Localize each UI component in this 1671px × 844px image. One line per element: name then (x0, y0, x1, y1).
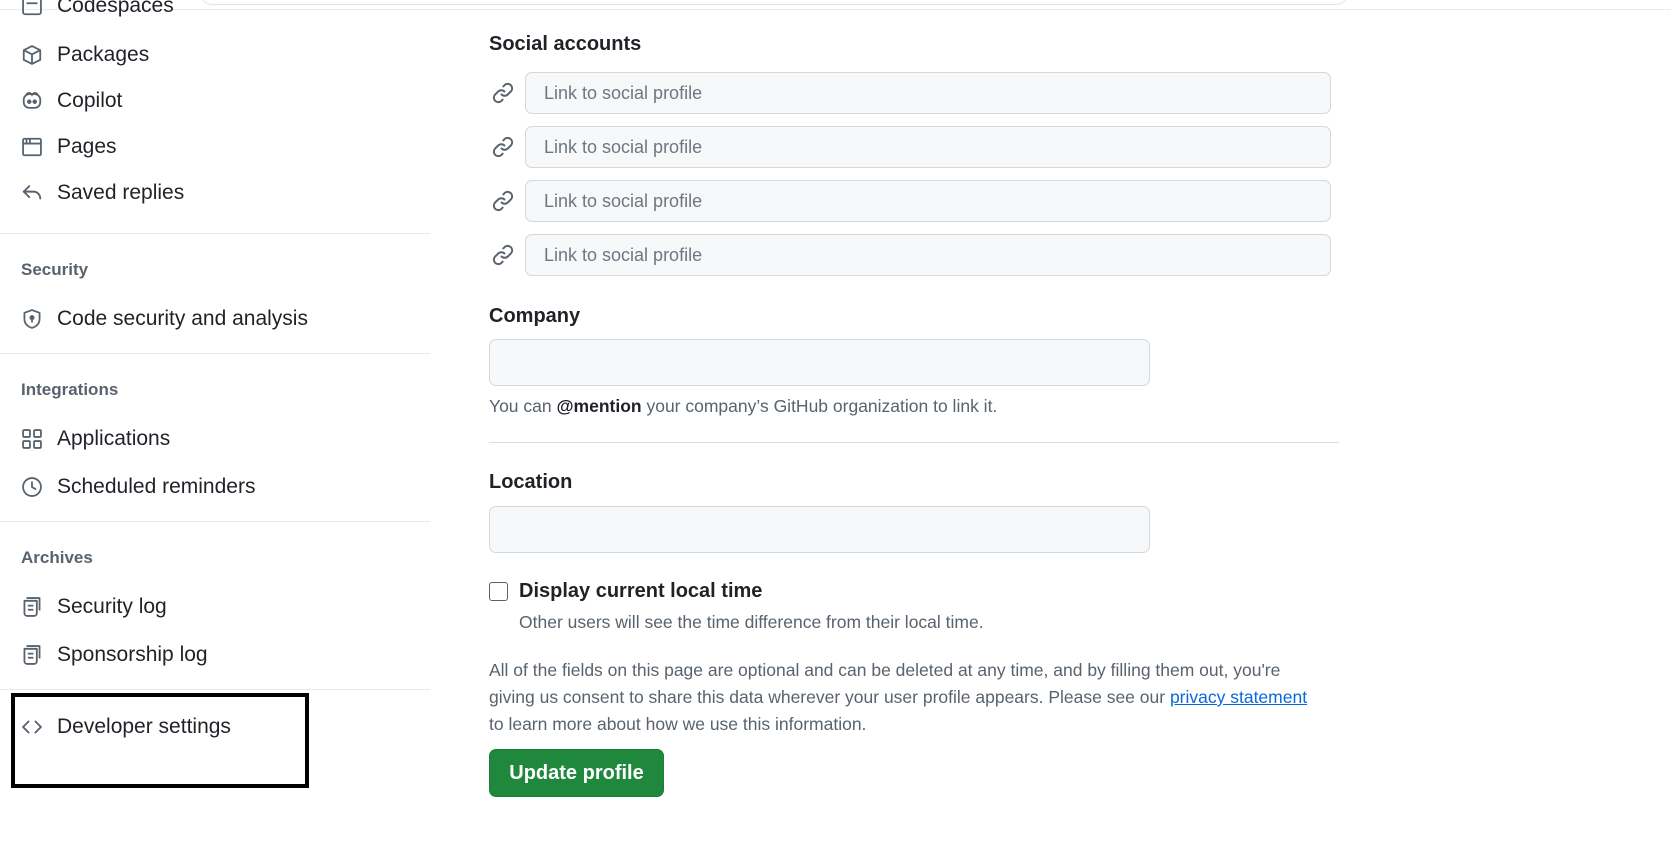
section-divider (489, 442, 1339, 443)
company-label: Company (489, 305, 581, 327)
package-icon (20, 43, 44, 67)
sidebar-divider (0, 353, 430, 354)
sidebar-item-label: Code security and analysis (57, 307, 308, 330)
codespaces-icon (20, 0, 44, 18)
browser-icon (20, 135, 44, 159)
sidebar-section-archives: Archives (21, 548, 93, 567)
local-time-hint: Other users will see the time difference… (519, 612, 984, 632)
sidebar-item-copilot[interactable]: Copilot (20, 83, 420, 119)
sidebar-item-label: Applications (57, 427, 171, 450)
company-note-prefix: You can (489, 396, 557, 416)
sidebar-item-codespaces[interactable]: Codespaces (20, 0, 420, 24)
reply-icon (20, 181, 44, 205)
sidebar-item-applications[interactable]: Applications (20, 421, 420, 457)
social-account-row (489, 72, 1331, 114)
company-input[interactable] (489, 339, 1150, 386)
settings-sidebar: Codespaces Packages Copilot Pages Saved … (0, 0, 430, 844)
sidebar-section-integrations: Integrations (21, 380, 119, 399)
sidebar-item-label: Codespaces (57, 0, 174, 17)
location-label: Location (489, 471, 573, 493)
sidebar-item-label: Scheduled reminders (57, 475, 256, 498)
log-icon (20, 643, 44, 667)
sidebar-item-saved-replies[interactable]: Saved replies (20, 175, 420, 211)
consent-text: All of the fields on this page are optio… (489, 657, 1319, 738)
mention-text: @mention (556, 396, 642, 416)
sidebar-item-security-log[interactable]: Security log (20, 589, 420, 625)
local-time-checkbox[interactable] (489, 582, 508, 601)
sidebar-section-security: Security (21, 260, 89, 279)
sidebar-item-pages[interactable]: Pages (20, 129, 420, 165)
code-icon (20, 715, 44, 739)
social-profile-input-4[interactable] (525, 234, 1331, 276)
social-account-row (489, 180, 1331, 222)
sidebar-item-code-security[interactable]: Code security and analysis (20, 301, 420, 337)
sidebar-divider (0, 689, 430, 690)
social-profile-input-3[interactable] (525, 180, 1331, 222)
social-accounts-heading: Social accounts (489, 33, 642, 55)
sidebar-item-label: Sponsorship log (57, 643, 208, 666)
company-note: You can @mention your company’s GitHub o… (489, 396, 997, 417)
update-profile-button[interactable]: Update profile (489, 749, 664, 797)
consent-text-after: to learn more about how we use this info… (489, 714, 867, 734)
link-icon (489, 133, 517, 161)
social-profile-input-2[interactable] (525, 126, 1331, 168)
link-icon (489, 79, 517, 107)
sidebar-item-scheduled-reminders[interactable]: Scheduled reminders (20, 469, 420, 505)
sidebar-item-label: Saved replies (57, 181, 185, 204)
sidebar-item-sponsorship-log[interactable]: Sponsorship log (20, 637, 420, 673)
clock-icon (20, 475, 44, 499)
log-icon (20, 595, 44, 619)
sidebar-item-label: Copilot (57, 89, 123, 112)
sidebar-divider (0, 521, 430, 522)
link-icon (489, 241, 517, 269)
apps-icon (20, 427, 44, 451)
sidebar-divider (0, 233, 430, 234)
privacy-statement-link[interactable]: privacy statement (1170, 687, 1307, 707)
sidebar-item-label: Packages (57, 43, 150, 66)
sidebar-item-label: Security log (57, 595, 167, 618)
shield-lock-icon (20, 307, 44, 331)
company-note-suffix: your company’s GitHub organization to li… (641, 396, 998, 416)
social-account-row (489, 126, 1331, 168)
link-icon (489, 187, 517, 215)
sidebar-item-label: Pages (57, 135, 117, 158)
sidebar-item-label: Developer settings (57, 715, 231, 738)
copilot-icon (20, 89, 44, 113)
sidebar-item-packages[interactable]: Packages (20, 37, 420, 73)
local-time-label[interactable]: Display current local time (519, 580, 762, 603)
sidebar-item-developer-settings[interactable]: Developer settings (20, 709, 420, 745)
location-input[interactable] (489, 506, 1150, 553)
social-profile-input-1[interactable] (525, 72, 1331, 114)
consent-text-before: All of the fields on this page are optio… (489, 660, 1281, 707)
local-time-row: Display current local time (489, 580, 762, 603)
social-account-row (489, 234, 1331, 276)
